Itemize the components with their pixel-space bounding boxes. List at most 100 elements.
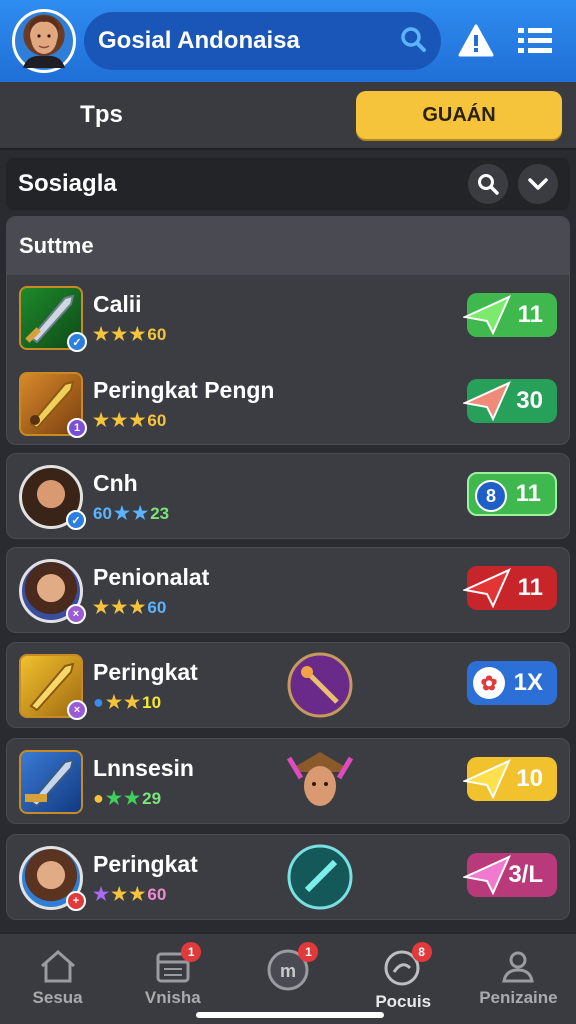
gem-icon: ● [93,692,104,712]
value-pill[interactable]: 11 [463,566,557,610]
star-icon: ★ [129,884,146,904]
nav-label: Pocuis [375,992,432,1011]
crystal-orb-icon [287,844,353,910]
star-icon: ★ [93,884,110,904]
item-stat: 60 [147,884,167,904]
section-search-button[interactable] [468,164,508,204]
flower-icon: ✿ [473,667,505,699]
item-stat: 60 [147,597,167,617]
staff-orb-icon [287,652,353,718]
nav-item-quest[interactable]: 8 Pocuis [346,934,461,1024]
star-icon: ★ [111,884,128,904]
star-icon: ★ [129,597,146,617]
pill-value: 1X [513,669,543,696]
list-card: + Peringkat ★ ★ ★ 60 3/L [6,834,570,920]
pill-value: 11 [515,480,541,507]
nav-item-home[interactable]: Sesua [0,934,115,1024]
sword-thumb-icon: 1 [19,372,87,438]
pill-value: 3/L [508,861,543,888]
notification-badge: 1 [298,942,319,962]
item-stat: 60 [147,410,167,430]
nav-item-calendar[interactable]: 1 Vnisha [115,934,230,1024]
nav-label: Vnisha [144,988,201,1007]
list-item[interactable]: 1 Peringkat Pengn ★ ★ ★ 60 30 [7,361,569,447]
star-icon: ★ [93,410,110,430]
group-title: Suttme [7,217,569,275]
star-icon: ★ [111,324,128,344]
hero-avatar-icon: ✓ [19,465,86,530]
top-bar: Gosial Andonaisa [0,0,576,82]
section-title: Sosiagla [18,170,117,197]
item-stat: 23 [150,503,170,523]
search-bar[interactable]: Gosial Andonaisa [84,12,441,70]
star-icon: ★ [111,410,128,430]
tab-row: Tps GUAÁN [0,82,576,150]
group-card: Suttme ✓ Calii ★ ★ ★ 60 11 1 Peringkat Pen… [6,216,570,445]
list-item[interactable]: + Peringkat ★ ★ ★ 60 3/L [7,835,569,921]
level-badge-icon: 1 [67,418,87,438]
item-stat-left: 60 [93,503,112,523]
hero-avatar-icon: × [19,559,86,624]
sword-thumb-icon: × [19,654,87,720]
list-item[interactable]: Lnnsesin ● ★ ★ 29 10 [7,739,569,825]
value-pill[interactable]: 30 [463,379,557,423]
value-pill[interactable]: ✿ 1X [467,661,557,705]
item-stat: 10 [142,692,162,712]
search-icon[interactable] [399,25,427,58]
app-title: Gosial Andonaisa [98,27,300,54]
list-item[interactable]: ✓ Calii ★ ★ ★ 60 11 [7,275,569,361]
sword-thumb-icon [19,750,83,814]
hero-avatar-icon: + [19,846,86,911]
user-avatar[interactable] [12,9,76,73]
paper-plane-icon [463,855,511,895]
star-icon: ★ [113,503,131,523]
section-header: Sosiagla [6,158,570,210]
pill-value: 10 [516,765,543,792]
coin-icon: ● [93,788,104,808]
item-stat: 29 [142,788,162,808]
chevron-down-icon [528,178,548,190]
value-pill[interactable]: 8 11 [467,472,557,516]
alert-badge-icon: + [66,891,86,911]
rank-badge-icon: × [66,604,86,624]
list-item[interactable]: × Peringkat ● ★ ★ 10 ✿ 1X [7,643,569,729]
notification-badge: 8 [411,942,432,962]
value-pill[interactable]: 3/L [463,853,557,897]
check-badge-icon: ✓ [66,510,86,530]
pill-value: 11 [517,301,543,328]
list-card: ✓ Cnh 60 ★ ★ 23 8 11 [6,453,570,539]
star-icon: ★ [105,692,123,712]
warrior-portrait-icon [286,748,354,814]
home-icon [40,950,75,983]
bottom-nav: Sesua 1 Vnisha m 1 8 Pocuis Penizaine [0,932,576,1024]
star-icon: ★ [93,597,110,617]
tab-tps[interactable]: Tps [14,101,189,129]
star-icon: ★ [111,597,128,617]
tab-guaan-button[interactable]: GUAÁN [356,91,562,139]
star-icon: ★ [129,410,146,430]
star-icon: ★ [124,692,141,712]
pill-value: 11 [517,574,543,601]
value-pill[interactable]: 10 [463,757,557,801]
star-icon: ★ [93,324,110,344]
nav-item-center[interactable]: m 1 [230,934,345,1024]
value-pill[interactable]: 11 [463,293,557,337]
search-icon [478,174,499,195]
list-card: × Penionalat ★ ★ ★ 60 11 [6,547,570,633]
nav-label: Penizaine [479,988,558,1007]
rank-badge-icon: × [67,700,87,720]
star-icon: ★ [129,324,146,344]
alert-icon[interactable] [447,11,506,71]
paper-plane-icon [463,295,511,335]
menu-list-icon[interactable] [505,11,564,71]
nav-label: Sesua [32,988,83,1007]
paper-plane-icon [463,568,511,608]
home-indicator[interactable] [196,1012,384,1018]
list-item[interactable]: ✓ Cnh 60 ★ ★ 23 8 11 [7,454,569,540]
profile-icon [502,951,535,983]
section-expand-button[interactable] [518,164,558,204]
nav-item-profile[interactable]: Penizaine [461,934,576,1024]
check-badge-icon: ✓ [67,332,87,352]
list-item[interactable]: × Penionalat ★ ★ ★ 60 11 [7,548,569,634]
svg-text:m: m [280,961,296,981]
